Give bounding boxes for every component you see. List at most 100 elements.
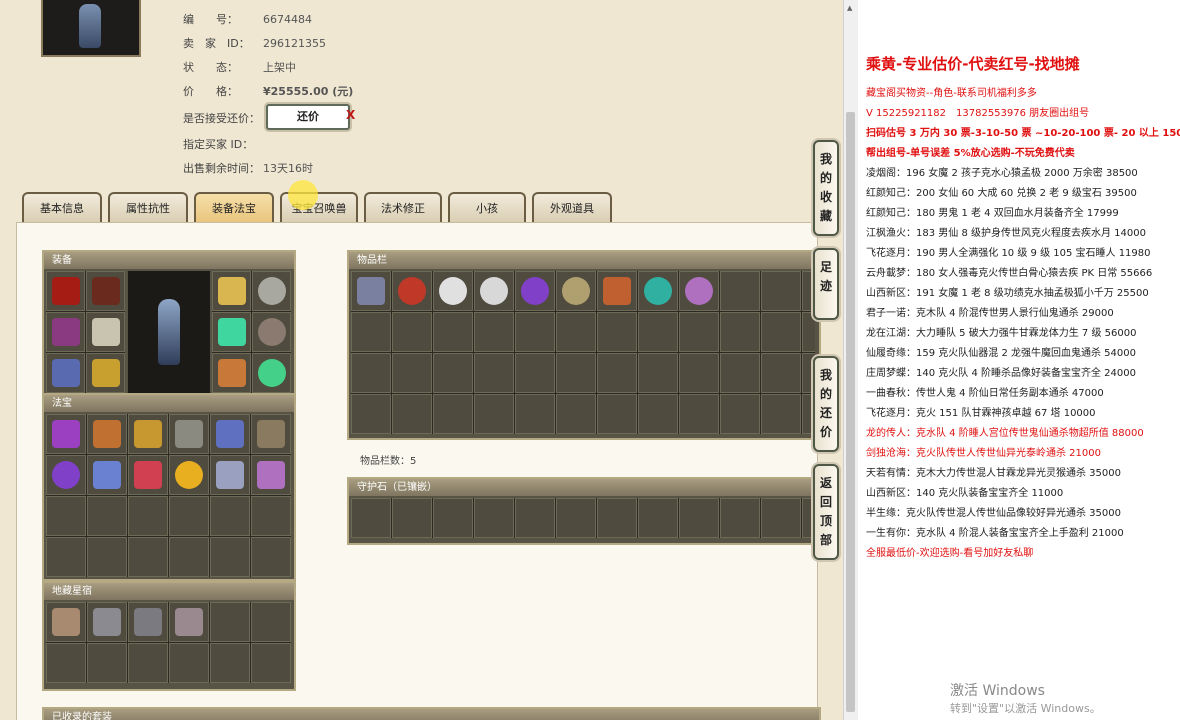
fabao-slot[interactable]	[128, 455, 168, 495]
dizang-slot[interactable]	[210, 602, 250, 642]
goods-slot[interactable]	[392, 353, 432, 393]
goods-slot[interactable]	[638, 271, 678, 311]
tab-attributes[interactable]: 属性抗性	[108, 192, 188, 224]
fabao-slot[interactable]	[251, 537, 291, 577]
goods-slot[interactable]	[679, 353, 719, 393]
guard-slot[interactable]	[515, 498, 555, 538]
equip-slot[interactable]	[86, 271, 125, 311]
goods-slot[interactable]	[679, 394, 719, 434]
goods-slot[interactable]	[474, 394, 514, 434]
equip-slot[interactable]	[46, 312, 85, 352]
fabao-slot[interactable]	[210, 455, 250, 495]
dizang-slot[interactable]	[251, 602, 291, 642]
fabao-slot[interactable]	[128, 496, 168, 536]
fabao-slot[interactable]	[87, 496, 127, 536]
dizang-slot[interactable]	[169, 602, 209, 642]
fabao-slot[interactable]	[169, 455, 209, 495]
fabao-slot[interactable]	[87, 537, 127, 577]
equip-slot[interactable]	[252, 312, 291, 352]
goods-slot[interactable]	[761, 353, 801, 393]
equip-slot[interactable]	[86, 353, 125, 393]
fabao-slot[interactable]	[210, 537, 250, 577]
guard-slot[interactable]	[597, 498, 637, 538]
guard-slot[interactable]	[638, 498, 678, 538]
tab-child[interactable]: 小孩	[448, 192, 526, 224]
dizang-slot[interactable]	[128, 643, 168, 683]
guard-slot[interactable]	[474, 498, 514, 538]
fabao-slot[interactable]	[128, 414, 168, 454]
equip-slot[interactable]	[252, 353, 291, 393]
counter-offer-button[interactable]: 还价	[266, 104, 350, 130]
guard-slot[interactable]	[761, 498, 801, 538]
goods-slot[interactable]	[392, 271, 432, 311]
goods-slot[interactable]	[761, 271, 801, 311]
dizang-slot[interactable]	[87, 643, 127, 683]
goods-slot[interactable]	[556, 394, 596, 434]
goods-slot[interactable]	[474, 312, 514, 352]
goods-slot[interactable]	[351, 394, 391, 434]
fabao-slot[interactable]	[169, 537, 209, 577]
scrollbar-thumb[interactable]	[846, 112, 855, 712]
counter-close-icon[interactable]: X	[346, 108, 355, 122]
goods-slot[interactable]	[679, 312, 719, 352]
goods-slot[interactable]	[761, 394, 801, 434]
back-to-top-button[interactable]: 返回顶部	[813, 464, 839, 560]
goods-slot[interactable]	[556, 353, 596, 393]
tab-basic[interactable]: 基本信息	[22, 192, 102, 224]
fabao-slot[interactable]	[128, 537, 168, 577]
guard-slot[interactable]	[720, 498, 760, 538]
fabao-slot[interactable]	[46, 496, 86, 536]
goods-slot[interactable]	[720, 312, 760, 352]
fabao-slot[interactable]	[46, 414, 86, 454]
equip-slot[interactable]	[212, 271, 251, 311]
goods-slot[interactable]	[802, 312, 815, 352]
fabao-slot[interactable]	[251, 496, 291, 536]
goods-slot[interactable]	[351, 353, 391, 393]
goods-slot[interactable]	[433, 271, 473, 311]
goods-slot[interactable]	[433, 353, 473, 393]
equip-slot[interactable]	[46, 271, 85, 311]
goods-slot[interactable]	[556, 312, 596, 352]
goods-slot[interactable]	[351, 312, 391, 352]
equip-slot[interactable]	[212, 312, 251, 352]
dizang-slot[interactable]	[210, 643, 250, 683]
dizang-slot[interactable]	[128, 602, 168, 642]
goods-slot[interactable]	[597, 271, 637, 311]
goods-slot[interactable]	[638, 394, 678, 434]
goods-slot[interactable]	[638, 353, 678, 393]
goods-slot[interactable]	[392, 394, 432, 434]
dizang-slot[interactable]	[169, 643, 209, 683]
goods-slot[interactable]	[597, 353, 637, 393]
dizang-slot[interactable]	[251, 643, 291, 683]
equip-slot[interactable]	[252, 271, 291, 311]
scroll-up-icon[interactable]: ▲	[847, 4, 852, 12]
fabao-slot[interactable]	[169, 414, 209, 454]
goods-slot[interactable]	[474, 353, 514, 393]
tab-appearance[interactable]: 外观道具	[532, 192, 612, 224]
fabao-slot[interactable]	[251, 455, 291, 495]
fabao-slot[interactable]	[46, 537, 86, 577]
goods-slot[interactable]	[515, 312, 555, 352]
goods-slot[interactable]	[720, 394, 760, 434]
goods-slot[interactable]	[515, 271, 555, 311]
goods-slot[interactable]	[515, 394, 555, 434]
tab-equipment[interactable]: 装备法宝	[194, 192, 274, 224]
goods-slot[interactable]	[638, 312, 678, 352]
fabao-slot[interactable]	[87, 414, 127, 454]
fabao-slot[interactable]	[87, 455, 127, 495]
goods-slot[interactable]	[515, 353, 555, 393]
equip-slot[interactable]	[212, 353, 251, 393]
goods-slot[interactable]	[392, 312, 432, 352]
goods-slot[interactable]	[720, 271, 760, 311]
footprint-button[interactable]: 足迹	[813, 248, 839, 320]
tab-spells[interactable]: 法术修正	[364, 192, 442, 224]
my-favorites-button[interactable]: 我的收藏	[813, 140, 839, 236]
guard-slot[interactable]	[351, 498, 391, 538]
fabao-slot[interactable]	[210, 414, 250, 454]
goods-slot[interactable]	[433, 394, 473, 434]
my-counter-offers-button[interactable]: 我的还价	[813, 356, 839, 452]
equip-slot[interactable]	[86, 312, 125, 352]
fabao-slot[interactable]	[210, 496, 250, 536]
fabao-slot[interactable]	[251, 414, 291, 454]
page-scrollbar[interactable]: ▲	[843, 0, 858, 720]
